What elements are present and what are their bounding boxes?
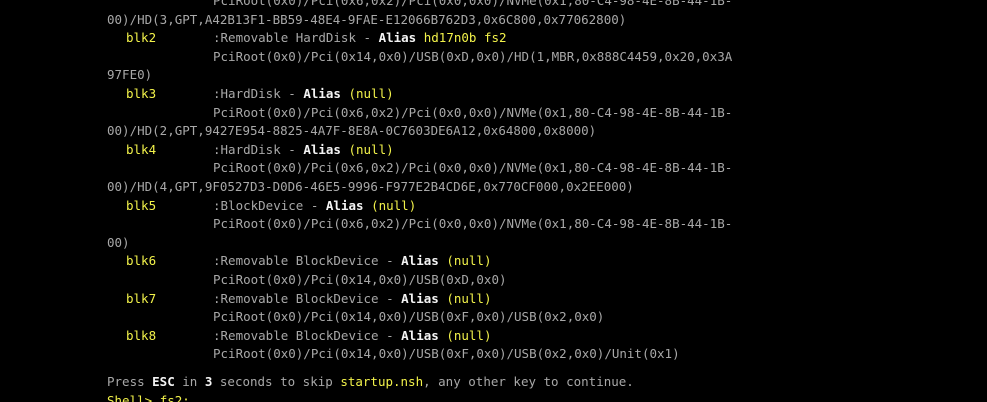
alias-value: hd17n0b fs2 xyxy=(423,30,507,46)
shell-command-input[interactable]: fs2: xyxy=(160,393,190,402)
startup-countdown-message: Press ESC in 3 seconds to skip startup.n… xyxy=(107,374,634,389)
alias-label: Alias xyxy=(401,290,439,306)
block-device-name: blk7 xyxy=(126,290,157,306)
mapping-entry-blk7: blk7 :Removable BlockDevice - Alias (nul… xyxy=(0,290,987,309)
device-path-line: PciRoot(0x0)/Pci(0x14,0x0)/USB(0xD,0x0) xyxy=(213,272,507,287)
device-type: :HardDisk - xyxy=(213,86,304,101)
device-path-continuation: 97FE0) xyxy=(107,67,153,83)
device-type: :Removable HardDisk - xyxy=(213,30,379,46)
mapping-entry-blk2: blk2 :Removable HardDisk - Alias hd17n0b… xyxy=(0,29,987,48)
block-device-name: blk6 xyxy=(126,253,157,269)
device-type: :Removable BlockDevice - xyxy=(213,253,402,269)
shell-prompt: Shell> xyxy=(107,392,160,402)
device-path-line: PciRoot(0x0)/Pci(0x14,0x0)/USB(0xD,0x0)/… xyxy=(213,48,733,64)
mapping-entry-blk3: blk3 :HardDisk - Alias (null) xyxy=(0,85,987,104)
esc-key-label: ESC xyxy=(152,374,175,389)
shell-command-line[interactable]: Shell> fs2: xyxy=(107,392,199,402)
device-path-line: PciRoot(0x0)/Pci(0x14,0x0)/USB(0xF,0x0)/… xyxy=(213,346,680,362)
mapping-entry-blk4: blk4 :HardDisk - Alias (null) xyxy=(0,141,987,160)
alias-label: Alias xyxy=(401,327,439,343)
alias-label: Alias xyxy=(325,197,364,213)
uefi-shell-screen[interactable]: PciRoot(0x0)/Pci(0x6,0x2)/Pci(0x0,0x0)/N… xyxy=(0,0,987,402)
alias-value: (null) xyxy=(446,290,492,306)
alias-label: Alias xyxy=(303,141,341,157)
device-path-continuation: 00)/HD(4,GPT,9F0527D3-D0D6-46E5-9996-F97… xyxy=(107,179,634,194)
device-path-continuation: 00)/HD(2,GPT,9427E954-8825-4A7F-8E8A-0C7… xyxy=(107,123,597,139)
device-type: :Removable BlockDevice - xyxy=(213,327,402,343)
device-path-line: PciRoot(0x0)/Pci(0x6,0x2)/Pci(0x0,0x0)/N… xyxy=(213,0,733,8)
alias-value: (null) xyxy=(446,253,492,269)
device-path-line: PciRoot(0x0)/Pci(0x6,0x2)/Pci(0x0,0x0)/N… xyxy=(213,216,733,232)
device-type: :Removable BlockDevice - xyxy=(213,290,402,306)
mapping-entry-blk8: blk8 :Removable BlockDevice - Alias (nul… xyxy=(0,327,987,346)
block-device-name: blk5 xyxy=(126,197,157,213)
device-type: :BlockDevice - xyxy=(213,197,326,213)
device-path-continuation: 00) xyxy=(107,234,130,250)
alias-value: (null) xyxy=(348,141,394,157)
alias-value: (null) xyxy=(348,86,394,101)
block-device-name: blk4 xyxy=(126,141,157,157)
alias-value: (null) xyxy=(446,327,492,343)
mapping-entry-blk5: blk5 :BlockDevice - Alias (null) xyxy=(0,197,987,216)
block-device-name: blk8 xyxy=(126,327,157,343)
block-device-name: blk2 xyxy=(126,30,157,46)
device-path-line: PciRoot(0x0)/Pci(0x14,0x0)/USB(0xF,0x0)/… xyxy=(213,309,605,325)
device-path-line: PciRoot(0x0)/Pci(0x6,0x2)/Pci(0x0,0x0)/N… xyxy=(213,104,733,120)
alias-label: Alias xyxy=(378,30,417,46)
device-path-line: PciRoot(0x0)/Pci(0x6,0x2)/Pci(0x0,0x0)/N… xyxy=(213,160,733,176)
block-device-name: blk3 xyxy=(126,86,157,101)
startup-script-name: startup.nsh xyxy=(340,374,424,389)
alias-value: (null) xyxy=(371,197,417,213)
mapping-entry-blk6: blk6 :Removable BlockDevice - Alias (nul… xyxy=(0,252,987,271)
console-output: PciRoot(0x0)/Pci(0x6,0x2)/Pci(0x0,0x0)/N… xyxy=(0,0,987,402)
alias-label: Alias xyxy=(401,253,439,269)
device-path-continuation: 00)/HD(3,GPT,A42B13F1-BB59-48E4-9FAE-E12… xyxy=(107,11,627,27)
alias-label: Alias xyxy=(303,86,341,101)
device-type: :HardDisk - xyxy=(213,141,304,157)
